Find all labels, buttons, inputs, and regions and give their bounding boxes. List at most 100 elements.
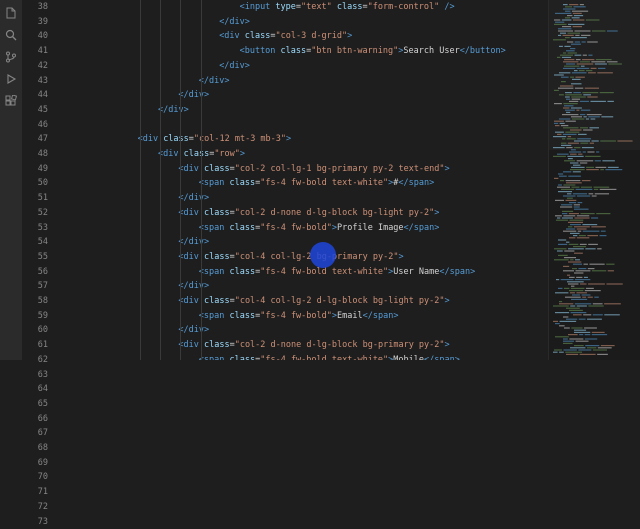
minimap-line xyxy=(597,354,608,355)
minimap-line xyxy=(578,134,587,135)
code-line[interactable]: <div class="col-2 d-none d-lg-block bg-p… xyxy=(178,338,449,353)
minimap-line xyxy=(592,332,605,333)
code-line[interactable]: <span class="fs-4 fw-bold text-white">Us… xyxy=(199,265,475,280)
minimap-line xyxy=(584,264,588,265)
code-line[interactable]: </div> xyxy=(178,88,209,103)
code-token: Search User xyxy=(403,46,459,56)
code-line[interactable]: </div> xyxy=(178,323,209,338)
code-token: <span xyxy=(199,178,230,188)
minimap-line xyxy=(568,136,571,137)
code-line[interactable]: </div> xyxy=(158,103,189,118)
code-line[interactable]: </div> xyxy=(178,191,209,206)
code-token: <input xyxy=(240,2,276,12)
minimap-line xyxy=(563,231,576,232)
minimap-line xyxy=(561,189,574,190)
minimap-line xyxy=(571,37,587,38)
code-line[interactable]: <div class="col-4 col-lg-2 d-lg-block bg… xyxy=(178,294,449,309)
code-line[interactable]: </div> xyxy=(178,279,209,294)
minimap-line xyxy=(560,206,572,207)
code-token: <span xyxy=(199,355,230,360)
minimap-line xyxy=(583,116,586,117)
code-line[interactable]: <div class="col-2 col-lg-1 bg-primary py… xyxy=(178,162,449,177)
code-line[interactable]: </div> xyxy=(219,15,250,30)
minimap-line xyxy=(573,26,582,27)
code-token: </div> xyxy=(199,76,230,86)
code-line[interactable]: </div> xyxy=(178,235,209,250)
code-token: > xyxy=(434,208,439,218)
code-token: </span> xyxy=(363,311,399,321)
minimap-line xyxy=(566,242,569,243)
minimap-line xyxy=(576,277,582,278)
minimap-line xyxy=(554,121,564,122)
minimap-line xyxy=(580,354,596,355)
code-token: "col-2 col-lg-1 bg-primary py-2 text-end… xyxy=(235,164,445,174)
minimap-line xyxy=(574,253,583,254)
code-line[interactable]: <span class="fs-4 fw-bold">Email</span> xyxy=(199,309,399,324)
minimap-line xyxy=(573,193,587,194)
code-line[interactable]: <div class="col-2 d-none d-lg-block bg-l… xyxy=(178,206,439,221)
minimap-line xyxy=(568,222,583,223)
code-line[interactable]: <button class="btn btn-warning">Search U… xyxy=(240,44,506,59)
minimap-line xyxy=(575,77,584,78)
minimap-line xyxy=(570,154,577,155)
search-icon[interactable] xyxy=(4,28,18,42)
minimap-line xyxy=(589,193,594,194)
minimap-line xyxy=(563,68,575,69)
minimap-line xyxy=(580,283,587,284)
code-line[interactable]: <span class="fs-4 fw-bold">Profile Image… xyxy=(199,221,440,236)
minimap-line xyxy=(562,211,573,212)
minimap-line xyxy=(557,57,560,58)
source-control-icon[interactable] xyxy=(4,50,18,64)
minimap-line xyxy=(559,352,564,353)
minimap-line xyxy=(575,55,582,56)
minimap-line xyxy=(576,189,593,190)
minimap-line xyxy=(565,121,575,122)
code-token: "text" xyxy=(301,2,332,12)
code-token: Email xyxy=(337,311,363,321)
code-line[interactable]: </div> xyxy=(199,74,230,89)
line-number: 52 xyxy=(38,206,48,221)
minimap-line xyxy=(565,297,581,298)
extensions-icon[interactable] xyxy=(4,94,18,108)
code-line[interactable]: <span class="fs-4 fw-bold text-white">Mo… xyxy=(199,353,460,360)
minimap-line xyxy=(566,308,580,309)
minimap-line xyxy=(577,215,589,216)
minimap-line xyxy=(555,215,562,216)
minimap-line xyxy=(617,140,632,141)
code-line[interactable]: <div class="col-3 d-grid"> xyxy=(219,29,352,44)
minimap-line xyxy=(574,345,584,346)
code-line[interactable]: <div class="col-4 col-lg-2 bg-primary py… xyxy=(178,250,403,265)
code-line[interactable]: <input type="text" class="form-control" … xyxy=(240,0,455,15)
minimap-line xyxy=(566,112,570,113)
files-icon[interactable] xyxy=(4,6,18,20)
minimap-line xyxy=(575,259,580,260)
minimap-line xyxy=(572,294,580,295)
minimap-line xyxy=(588,55,592,56)
minimap-line xyxy=(565,37,570,38)
minimap-line xyxy=(598,347,612,348)
minimap-line xyxy=(575,88,583,89)
minimap-line xyxy=(568,334,578,335)
minimap-line xyxy=(555,200,564,201)
minimap-line xyxy=(585,248,595,249)
code-token: <div xyxy=(219,31,245,41)
minimap-line xyxy=(587,319,602,320)
minimap-line xyxy=(579,334,583,335)
run-debug-icon[interactable] xyxy=(4,72,18,86)
minimap-line xyxy=(569,213,579,214)
code-line[interactable]: </div> xyxy=(219,59,250,74)
minimap[interactable] xyxy=(548,0,640,360)
code-line[interactable]: <span class="fs-4 fw-bold text-white">#<… xyxy=(199,176,434,191)
minimap-line xyxy=(563,8,575,9)
code-token: "col-12 mt-3 mb-3" xyxy=(194,134,286,144)
code-token: class xyxy=(230,178,256,188)
code-editor[interactable]: <input type="text" class="form-control" … xyxy=(56,0,542,360)
minimap-line xyxy=(572,17,580,18)
indent-guide xyxy=(160,0,161,360)
minimap-line xyxy=(569,338,583,339)
minimap-line xyxy=(581,110,590,111)
minimap-line xyxy=(557,154,569,155)
indent-guide xyxy=(180,0,181,360)
minimap-line xyxy=(554,123,558,124)
minimap-line xyxy=(557,187,570,188)
